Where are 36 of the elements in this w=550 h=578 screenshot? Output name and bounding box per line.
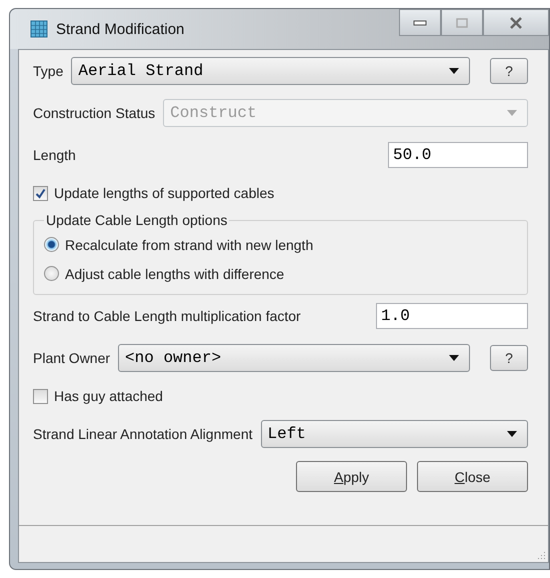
help-button[interactable]: ? xyxy=(490,58,528,84)
dropdown-arrow-icon xyxy=(507,431,517,437)
checkbox[interactable] xyxy=(33,388,48,404)
annotation-alignment-dropdown[interactable]: Left xyxy=(260,420,528,448)
apply-button[interactable]: Apply xyxy=(296,461,407,492)
plant-owner-dropdown[interactable]: <no owner> xyxy=(118,344,470,372)
resize-grip-icon xyxy=(536,550,546,560)
help-button[interactable]: ? xyxy=(490,345,528,371)
plant-owner-label: Plant Owner xyxy=(33,350,110,366)
minimize-button[interactable] xyxy=(399,9,441,36)
checkbox[interactable] xyxy=(33,186,48,200)
multiplication-factor-label: Strand to Cable Length multiplication factor xyxy=(33,308,302,324)
checkbox-label: Update lengths of supported cables xyxy=(54,185,274,201)
radio-button[interactable] xyxy=(44,266,59,281)
radio-button[interactable] xyxy=(44,237,59,252)
dropdown-arrow-icon xyxy=(449,355,459,361)
radio-label: Recalculate from strand with new length xyxy=(65,236,314,252)
construction-status-label: Construction Status xyxy=(33,105,156,121)
dropdown-arrow-icon xyxy=(449,68,459,74)
group-title: Update Cable Length options xyxy=(45,212,228,228)
length-field[interactable]: 50.0 xyxy=(388,142,528,168)
close-button[interactable] xyxy=(483,9,549,36)
type-dropdown[interactable]: Aerial Strand xyxy=(71,57,470,85)
close-icon xyxy=(509,16,523,28)
grid-icon xyxy=(30,20,48,38)
checkbox-label: Has guy attached xyxy=(54,388,163,404)
minimize-icon xyxy=(413,18,427,26)
radio-label: Adjust cable lengths with difference xyxy=(65,266,284,282)
dropdown-arrow-icon xyxy=(507,110,517,116)
annotation-alignment-label: Strand Linear Annotation Alignment xyxy=(33,426,252,442)
maximize-icon xyxy=(456,18,468,28)
type-label: Type xyxy=(33,63,64,79)
length-label: Length xyxy=(33,147,77,163)
close-dialog-button[interactable]: Close xyxy=(417,461,528,492)
window-title: Strand Modification xyxy=(56,20,186,38)
multiplication-factor-field[interactable]: 1.0 xyxy=(376,303,528,329)
